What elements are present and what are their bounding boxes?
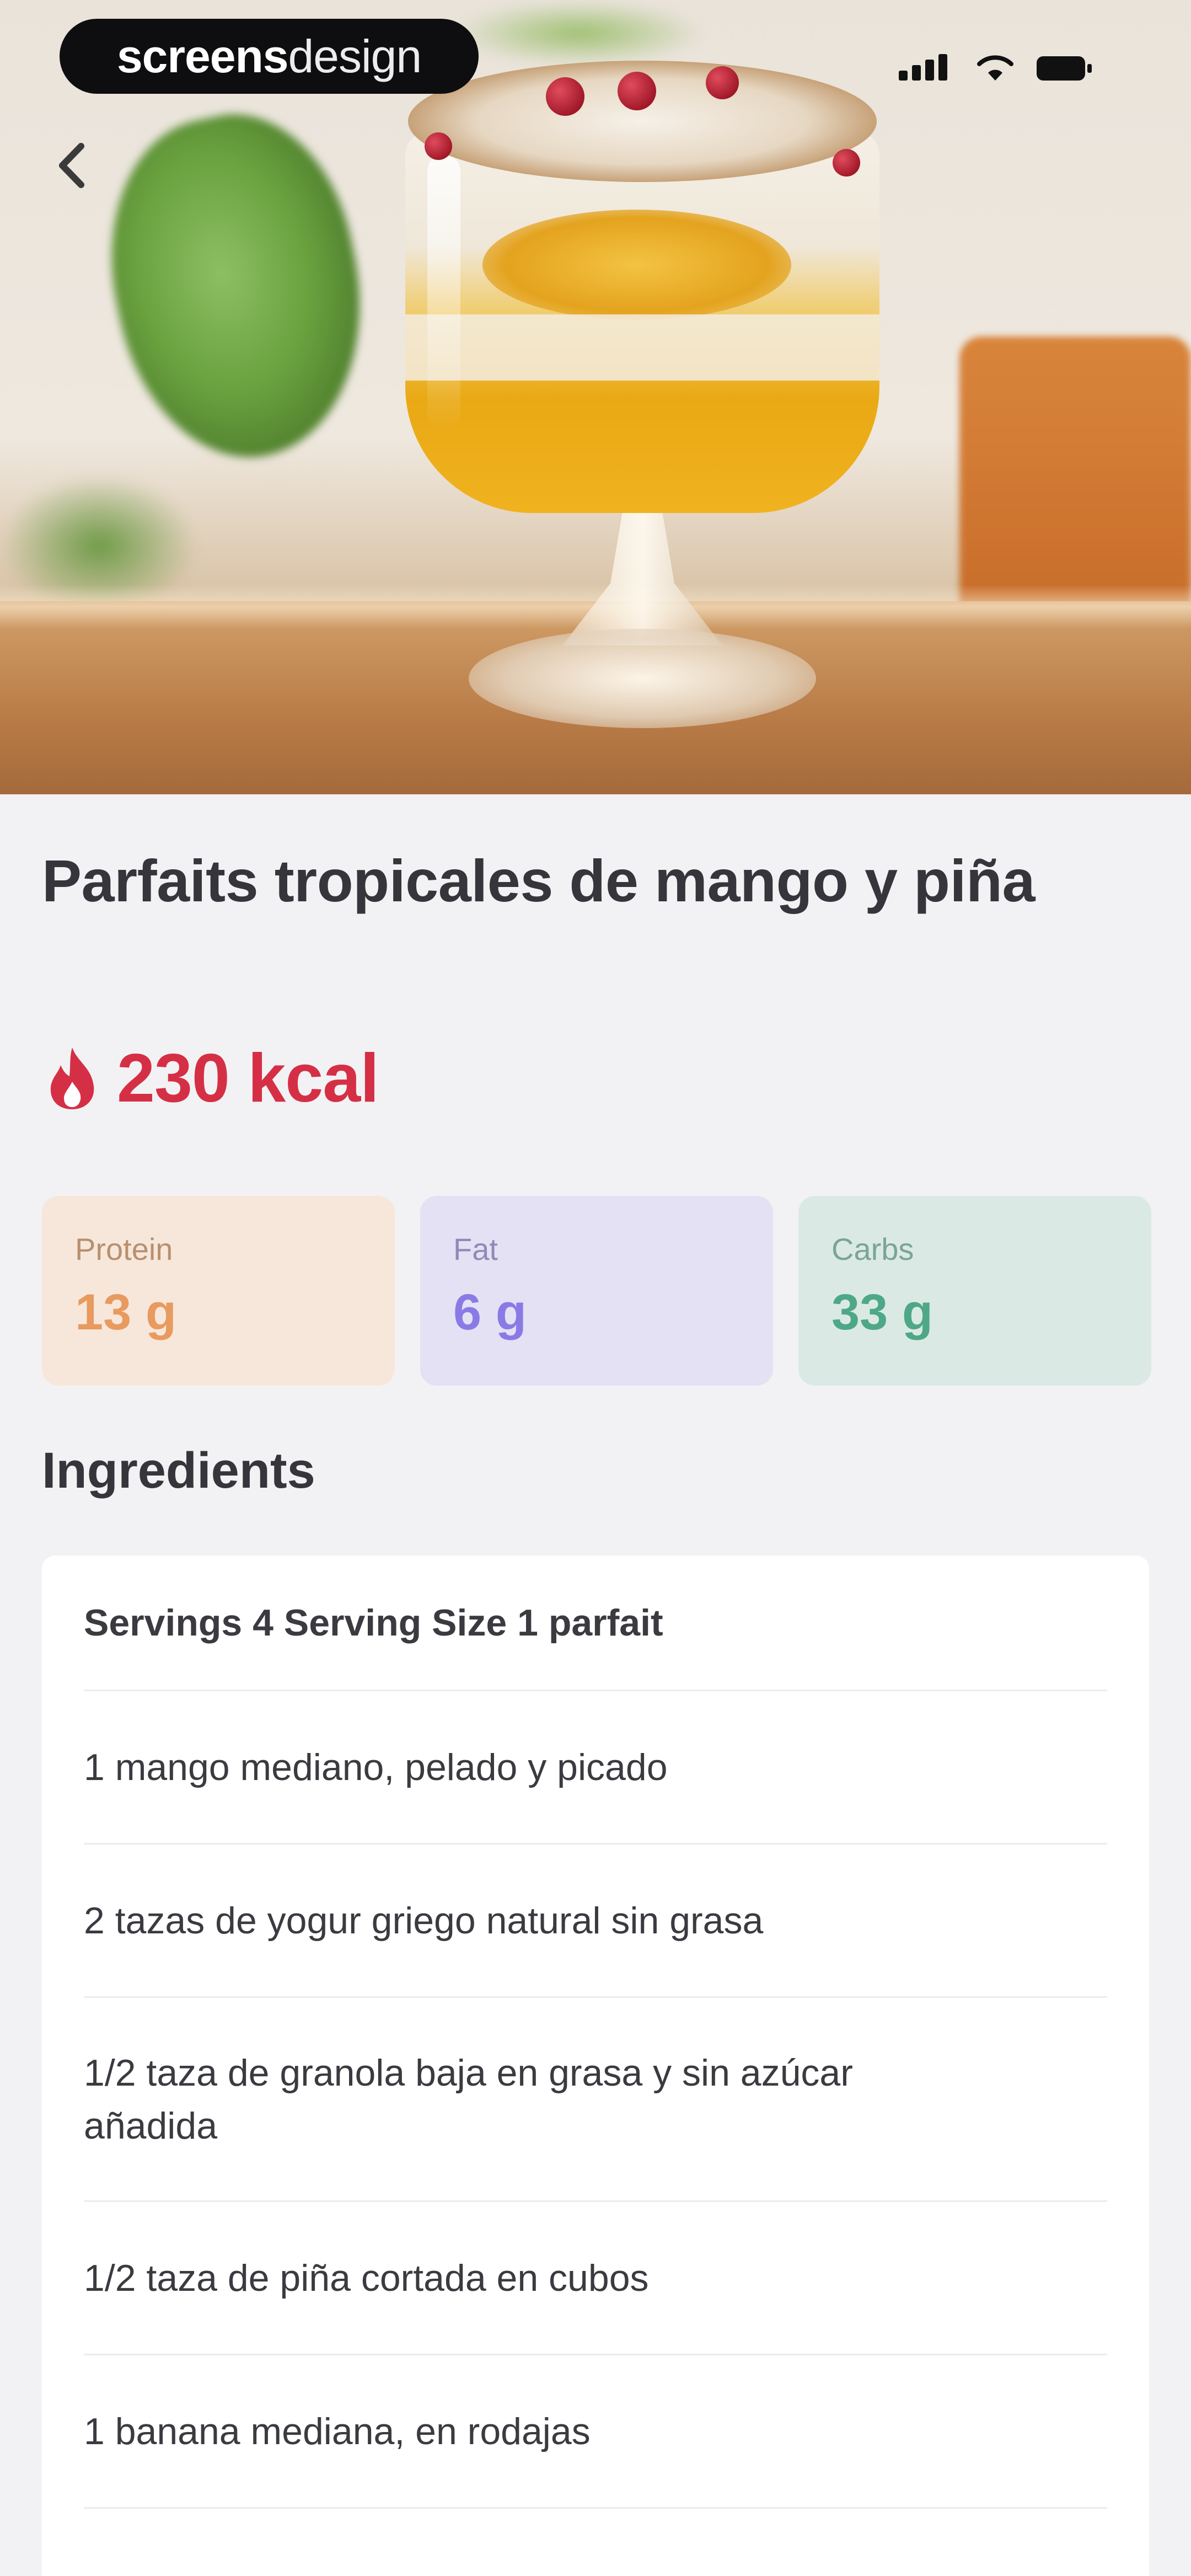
battery-icon (1037, 56, 1092, 81)
macro-label: Fat (453, 1232, 498, 1266)
ingredient-text: 1 mango mediano, pelado y picado (84, 1746, 668, 1788)
macro-value: 33 g (831, 1284, 934, 1340)
servings-info: Servings 4 Serving Size 1 parfait (84, 1556, 1107, 1691)
ingredients-heading: Ingredients (42, 1442, 315, 1499)
ingredients-list: Servings 4 Serving Size 1 parfait 1 mang… (42, 1556, 1149, 2576)
chevron-left-icon (59, 143, 84, 188)
recipe-title: Parfaits tropicales de mango y piña (42, 847, 1036, 914)
ingredient-text: 2 tazas de yogur griego natural sin gras… (84, 1899, 764, 1942)
brand-text-bold: screens (116, 30, 289, 82)
list-item: 1/2 taza de piña cortada en cubos (84, 2202, 1107, 2355)
ingredient-text: 1/2 taza de piña cortada en cubos (84, 2257, 649, 2299)
list-item: 2 tazas de yogur griego natural sin gras… (84, 1845, 1107, 1998)
flame-icon (50, 1047, 94, 1109)
calories-value: 230 kcal (117, 1040, 379, 1116)
cellular-signal-icon (899, 51, 948, 84)
macro-card-fat: Fat 6 g (420, 1196, 773, 1386)
screensdesign-watermark: screens design (60, 19, 479, 94)
brand-text-light: design (288, 30, 422, 82)
list-item: 1 mango mediano, pelado y picado (84, 1691, 1107, 1845)
ingredient-text: 1/2 taza de granola baja en grasa y sin … (84, 2051, 853, 2147)
wifi-icon (977, 55, 1013, 81)
macro-label: Protein (75, 1232, 173, 1266)
ingredient-text: 1 banana mediana, en rodajas (84, 2410, 591, 2452)
macro-card-carbs: Carbs 33 g (798, 1196, 1151, 1386)
macro-label: Carbs (831, 1232, 914, 1266)
status-bar-icons (899, 51, 1119, 84)
back-button[interactable] (39, 132, 105, 199)
calories-row: 230 kcal (42, 1037, 379, 1120)
macro-value: 13 g (75, 1284, 177, 1340)
recipe-hero-image (0, 0, 1191, 794)
list-item: 1 banana mediana, en rodajas (84, 2355, 1107, 2509)
macro-card-protein: Protein 13 g (42, 1196, 395, 1386)
list-item: 1/2 taza de granola baja en grasa y sin … (84, 1998, 1107, 2202)
macro-value: 6 g (453, 1284, 527, 1340)
